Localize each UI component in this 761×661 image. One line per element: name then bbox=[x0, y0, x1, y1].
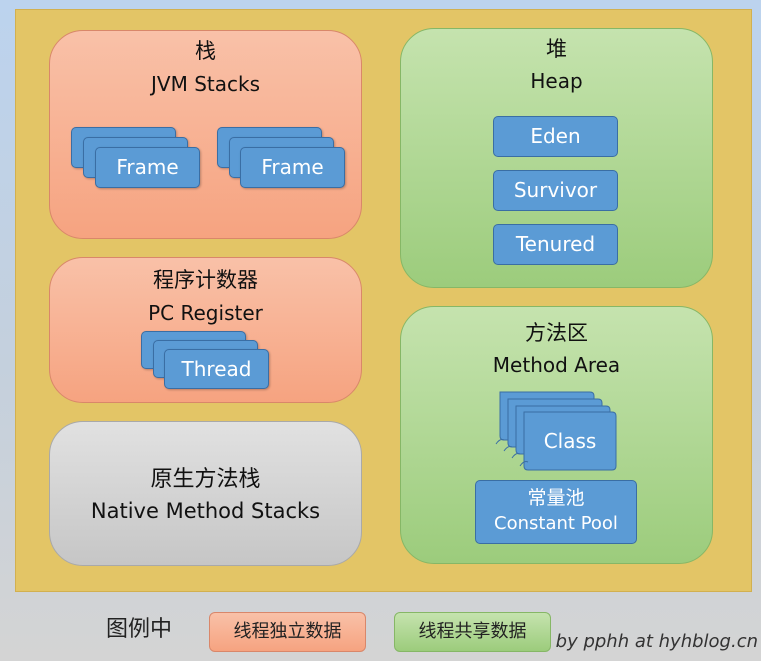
constant-pool-box: 常量池 Constant Pool bbox=[475, 480, 637, 544]
method-area-title-en: Method Area bbox=[492, 353, 621, 377]
legend-title: 图例中 bbox=[106, 617, 173, 642]
method-area-title-cn: 方法区 bbox=[525, 321, 588, 345]
constant-pool-label-en: Constant Pool bbox=[494, 513, 618, 534]
legend-private: 线程独立数据 bbox=[209, 612, 366, 652]
heap-generation-survivor: Survivor bbox=[493, 170, 618, 211]
heap-generation-tenured: Tenured bbox=[493, 224, 618, 265]
thread-label: Thread bbox=[181, 357, 252, 381]
heap-generation-eden: Eden bbox=[493, 116, 618, 157]
legend-shared-label: 线程共享数据 bbox=[418, 621, 527, 642]
pc-register-title-en: PC Register bbox=[148, 301, 263, 325]
jvm-stacks-title-cn: 栈 bbox=[195, 39, 216, 63]
frame-box: Frame bbox=[240, 147, 345, 188]
native-stacks-title-en: Native Method Stacks bbox=[90, 499, 321, 523]
pc-register-title-cn: 程序计数器 bbox=[153, 268, 258, 292]
legend-private-label: 线程独立数据 bbox=[233, 621, 342, 642]
class-label: Class bbox=[543, 429, 597, 453]
jvm-stacks-title-en: JVM Stacks bbox=[151, 72, 260, 96]
heap-title-cn: 堆 bbox=[546, 37, 567, 61]
survivor-label: Survivor bbox=[513, 178, 598, 202]
constant-pool-label-cn: 常量池 bbox=[527, 487, 585, 509]
heap-title-en: Heap bbox=[530, 69, 583, 93]
author-credit: by pphh at hyhblog.cn bbox=[555, 631, 758, 652]
legend-shared: 线程共享数据 bbox=[394, 612, 551, 652]
frame-box: Frame bbox=[95, 147, 200, 188]
eden-label: Eden bbox=[530, 124, 581, 148]
tenured-label: Tenured bbox=[515, 232, 596, 256]
thread-box: Thread bbox=[164, 349, 269, 389]
native-stacks-title-cn: 原生方法栈 bbox=[150, 467, 261, 492]
native-method-stacks-region: 原生方法栈 Native Method Stacks bbox=[49, 421, 362, 566]
frame-label: Frame bbox=[116, 155, 179, 179]
frame-label: Frame bbox=[261, 155, 324, 179]
